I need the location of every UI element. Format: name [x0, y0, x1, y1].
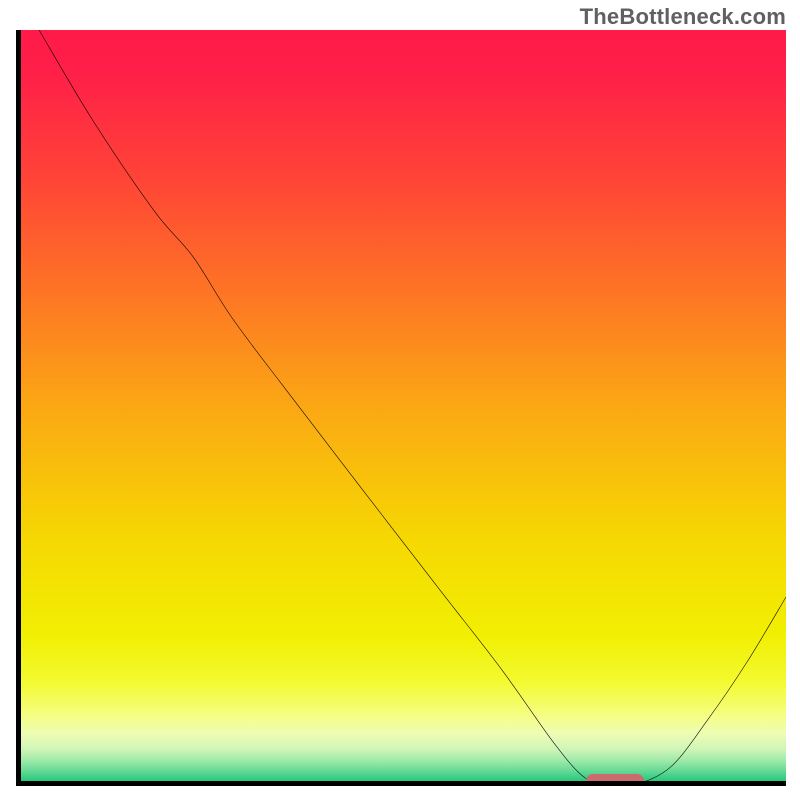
optimal-range-marker: [586, 774, 644, 786]
bottleneck-curve: [16, 30, 786, 786]
plot-area: [16, 30, 786, 786]
chart-canvas: TheBottleneck.com: [0, 0, 800, 800]
watermark-text: TheBottleneck.com: [580, 4, 786, 30]
